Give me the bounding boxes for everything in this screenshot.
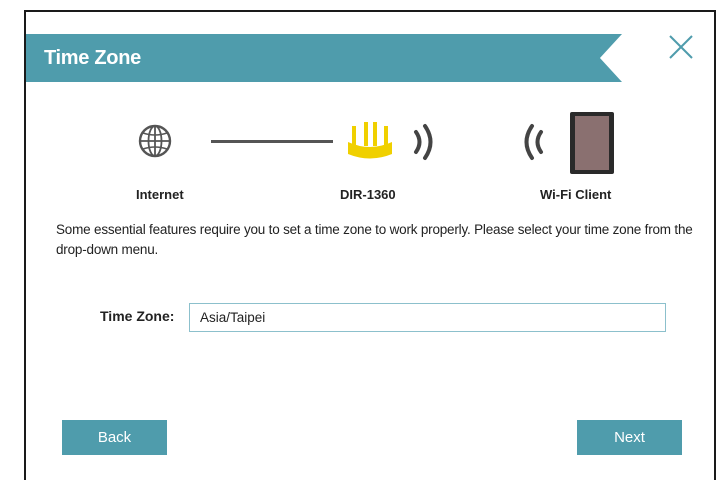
connection-line [211,140,333,143]
internet-label: Internet [136,187,184,202]
client-label: Wi-Fi Client [540,187,612,202]
wifi-signal-icon [519,122,545,167]
wizard-dialog: Time Zone Internet DIR-1360 Wi-Fi Client… [24,10,716,480]
time-zone-select[interactable] [189,303,666,332]
wifi-signal-icon [412,122,438,167]
next-button[interactable]: Next [577,420,682,455]
router-label: DIR-1360 [340,187,396,202]
time-zone-label: Time Zone: [100,308,175,324]
globe-icon [138,124,172,163]
tablet-icon [568,110,616,181]
router-icon [342,120,398,169]
network-topology: Internet DIR-1360 Wi-Fi Client [26,12,714,212]
description-text: Some essential features require you to s… [56,222,693,257]
back-button[interactable]: Back [62,420,167,455]
